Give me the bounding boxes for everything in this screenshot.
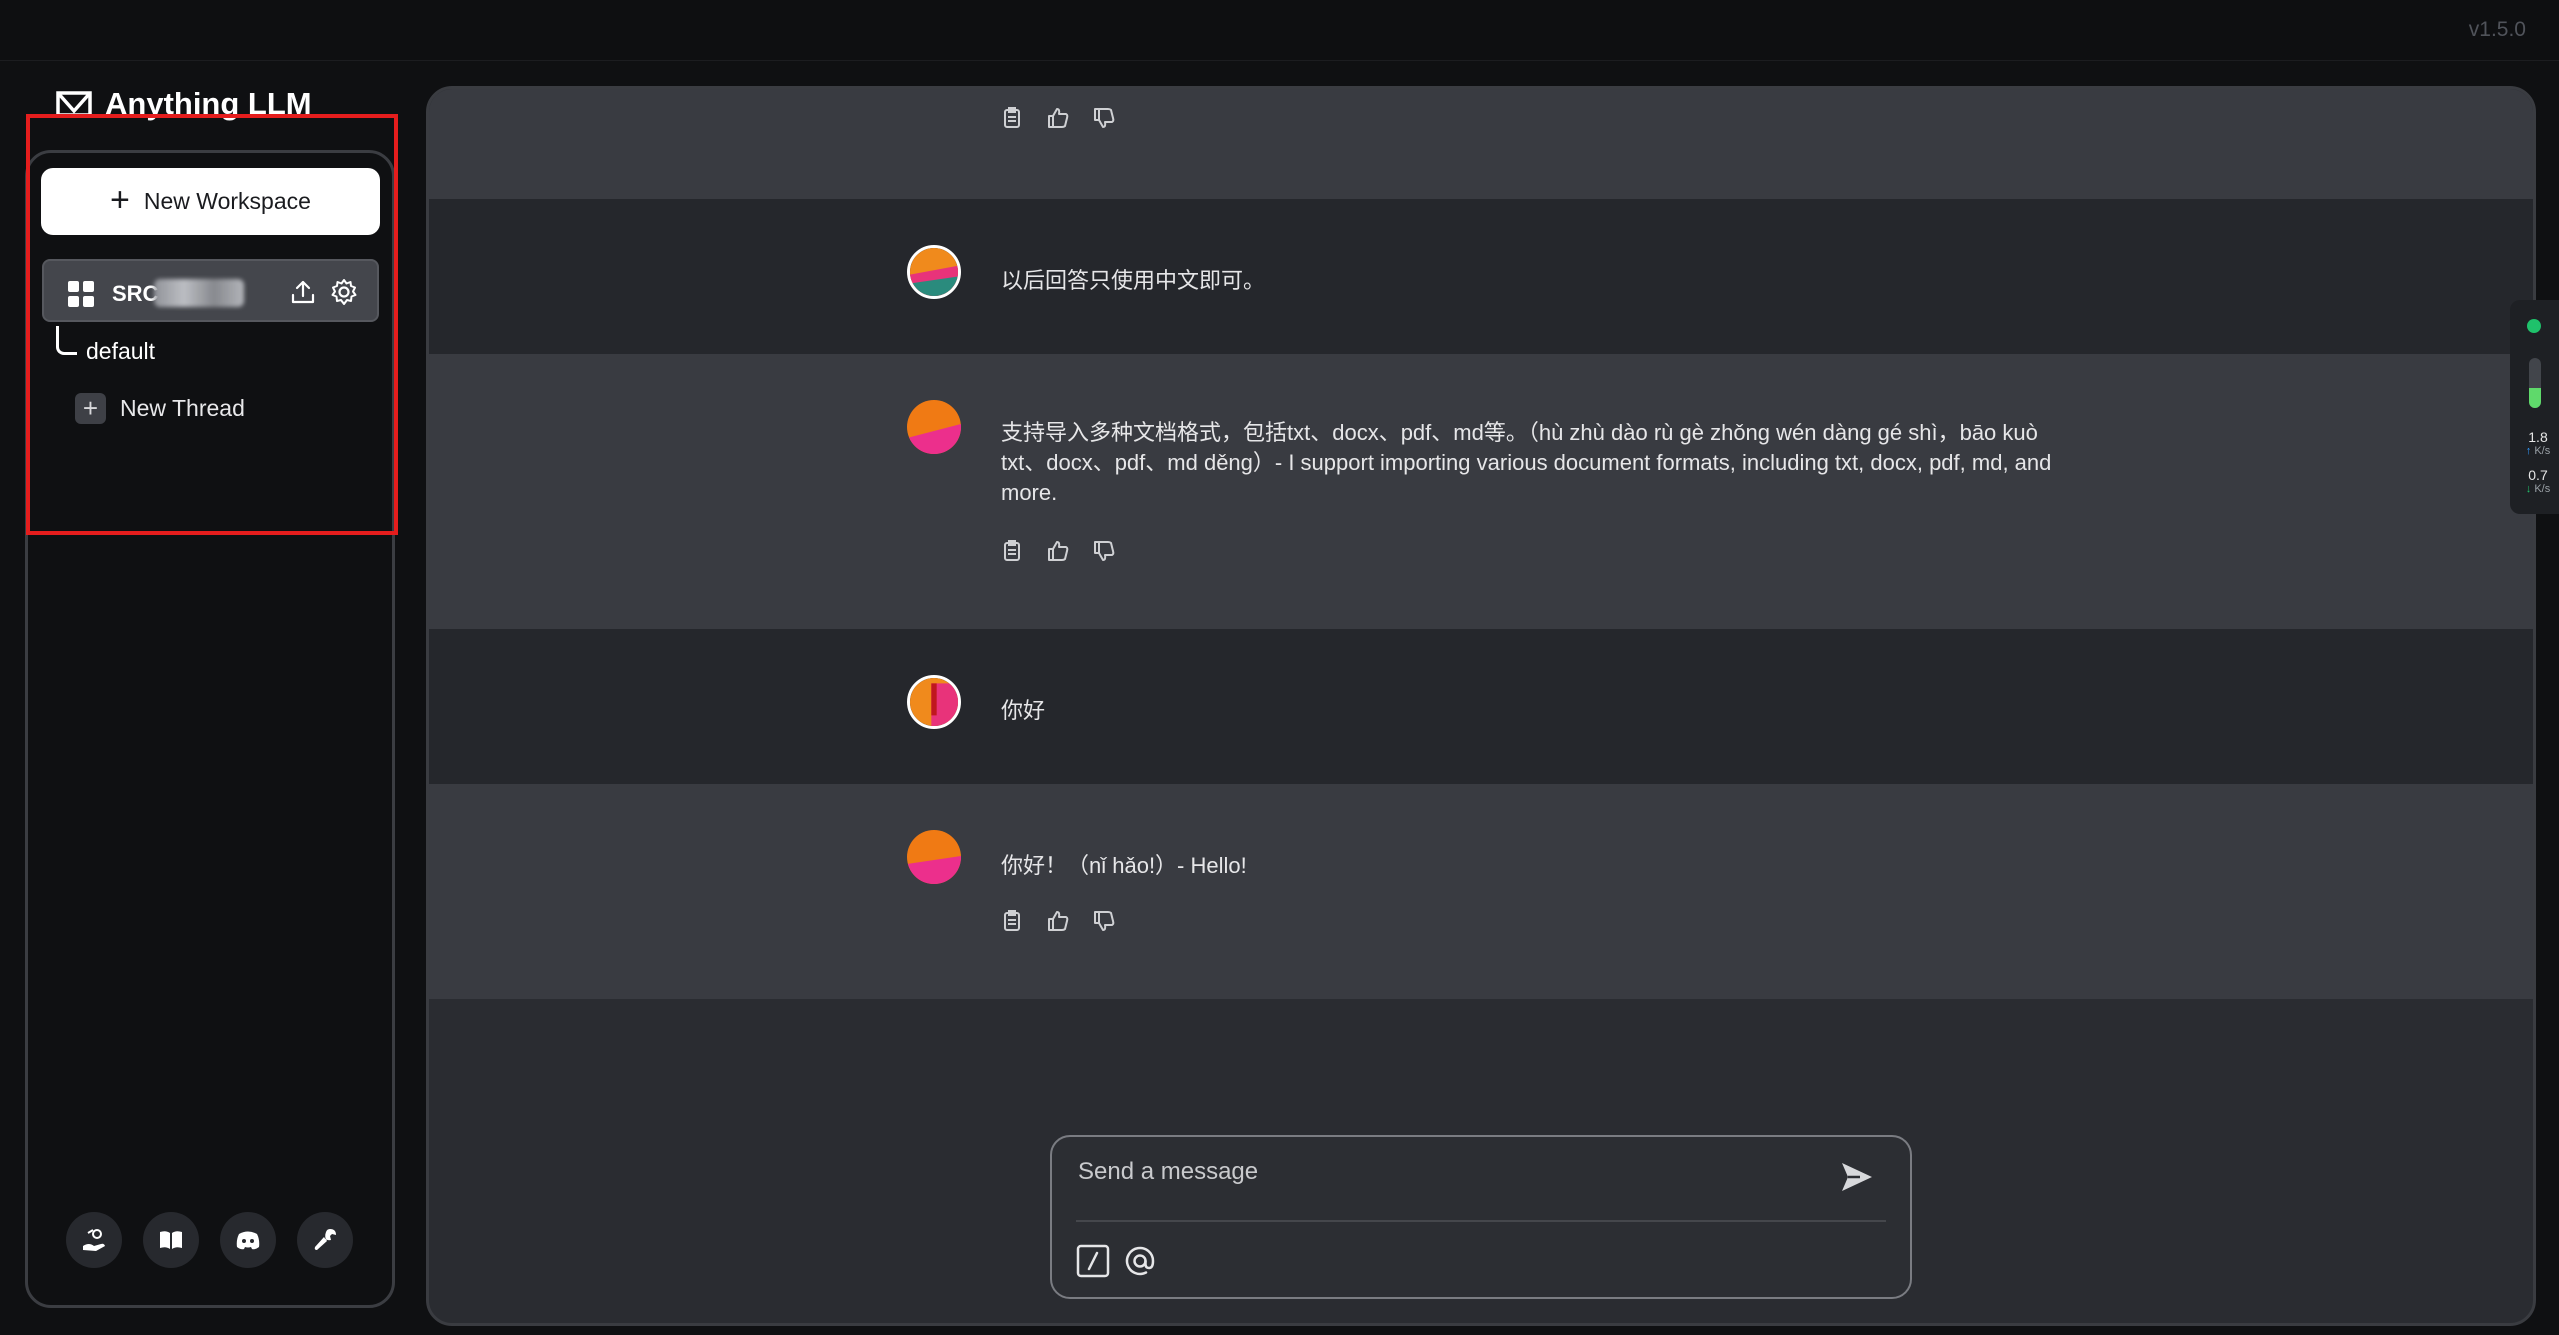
at-mention-icon[interactable] [1123,1244,1157,1278]
message-text: 以后回答只使用中文即可。 [1001,268,1266,293]
message-text: 支持导入多种文档格式，包括txt、docx、pdf、md等。（hù zhù dà… [1001,420,2052,505]
copy-icon[interactable] [999,908,1025,934]
assistant-avatar [907,830,961,884]
message-text: 你好 [1001,698,1046,723]
copy-icon[interactable] [999,105,1025,131]
status-dot [2527,319,2541,333]
message-text: 你好！（nǐ hǎo!）- Hello! [1001,853,1247,878]
message-actions [999,908,1117,934]
slash-command-icon[interactable] [1076,1244,1110,1278]
level-bar [2529,358,2541,408]
composer-divider [1076,1220,1886,1222]
chat-message-assistant: 你好！（nǐ hǎo!）- Hello! [429,784,2533,999]
title-bar: v1.5.0 [0,0,2559,61]
message-actions [999,105,1117,131]
thumbs-up-icon[interactable] [1045,908,1071,934]
assistant-avatar [907,400,961,454]
down-arrow-icon: ↓ [2525,483,2532,495]
chat-message-assistant: 支持导入多种文档格式，包括txt、docx、pdf、md等。（hù zhù dà… [429,354,2533,629]
user-avatar [907,675,961,729]
app-version: v1.5.0 [2468,18,2526,41]
sidebar-footer [66,1212,353,1268]
community-hub-icon[interactable] [66,1212,122,1268]
thumbs-down-icon[interactable] [1091,908,1117,934]
user-avatar [907,245,961,299]
copy-icon[interactable] [999,538,1025,564]
docs-book-icon[interactable] [143,1212,199,1268]
message-composer [1050,1135,1912,1299]
message-input[interactable] [1076,1151,1820,1193]
wrench-settings-icon[interactable] [297,1212,353,1268]
thumbs-up-icon[interactable] [1045,105,1071,131]
up-arrow-icon: ↑ [2525,445,2532,457]
discord-icon[interactable] [220,1212,276,1268]
network-monitor-widget: 1.8 ↑ K/s 0.7 ↓ K/s [2510,300,2559,514]
chat-message-user: 以后回答只使用中文即可。 [429,199,2533,354]
chat-message-user: 你好 [429,629,2533,784]
upload-rate: 1.8 ↑ K/s [2525,429,2551,457]
message-actions [999,538,1117,564]
chat-message-assistant [429,89,2533,199]
thumbs-up-icon[interactable] [1045,538,1071,564]
thumbs-down-icon[interactable] [1091,538,1117,564]
send-icon[interactable] [1836,1157,1876,1197]
red-annotation-box [26,114,398,535]
thumbs-down-icon[interactable] [1091,105,1117,131]
download-rate: 0.7 ↓ K/s [2525,467,2551,495]
